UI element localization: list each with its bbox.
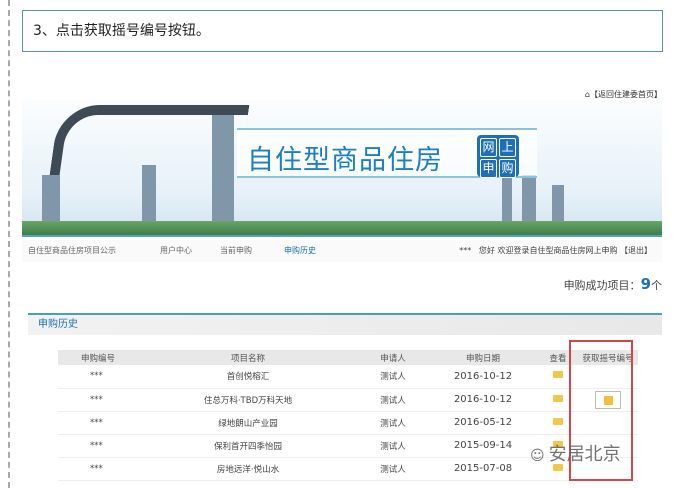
cell-date: 2016-05-12	[428, 411, 538, 435]
cell-project: 首创悦榕汇	[138, 365, 358, 389]
cell-project: 房地远洋·悦山水	[138, 457, 358, 481]
cell-project: 住总万科·TBD万科天地	[138, 388, 358, 412]
nav-item-project-notice[interactable]: 自住型商品住房项目公示	[28, 240, 116, 262]
cell-date: 2016-10-12	[428, 365, 538, 389]
table-row: *** 首创悦榕汇 测试人 2016-10-12	[58, 365, 638, 389]
welcome-text: *** 您好 欢迎登录自住型商品住房网上申购 【退出】	[459, 240, 652, 262]
badge-char: 申	[480, 159, 497, 178]
table-row: *** 绿地朗山产业园 测试人 2016-05-12	[58, 411, 638, 435]
banner: 自住型商品住房 网 上 申 购	[22, 100, 662, 235]
cell-applicant: 测试人	[358, 457, 428, 481]
cell-date: 2016-10-12	[428, 388, 538, 412]
cell-date: 2015-07-08	[428, 457, 538, 481]
banner-title-box: 自住型商品住房 网 上 申 购	[237, 128, 537, 178]
cell-applicant: 测试人	[358, 388, 428, 412]
col-header: 申请人	[358, 350, 428, 365]
cell-id: ***	[58, 434, 138, 458]
wechat-icon: ☺	[530, 448, 545, 464]
badge-char: 网	[480, 138, 497, 157]
cell-applicant: 测试人	[358, 411, 428, 435]
badge-char: 上	[499, 138, 516, 157]
badge-char: 购	[499, 159, 516, 178]
banner-badge: 网 上 申 购	[477, 135, 519, 178]
col-header: 项目名称	[138, 350, 358, 365]
instruction-caption: 3、点击获取摇号编号按钮。	[22, 10, 663, 52]
logout-link[interactable]: 【退出】	[620, 246, 652, 255]
watermark: ☺ 安居北京	[530, 440, 621, 466]
building	[42, 175, 60, 225]
cell-date: 2015-09-14	[428, 434, 538, 458]
building	[552, 185, 564, 225]
cell-id: ***	[58, 388, 138, 412]
cell-applicant: 测试人	[358, 365, 428, 389]
home-link[interactable]: ⌂【返回住建委首页】	[585, 89, 662, 100]
cell-id: ***	[58, 365, 138, 389]
watermark-text: 安居北京	[548, 444, 621, 465]
col-header: 申购日期	[428, 350, 538, 365]
nav-item-history[interactable]: 申购历史	[284, 240, 316, 262]
building	[212, 115, 234, 225]
section-title: 申购历史	[28, 313, 662, 335]
banner-underline	[22, 235, 662, 237]
banner-title: 自住型商品住房	[247, 145, 443, 176]
count-unit: 个	[651, 279, 662, 292]
cell-project: 保利首开四季怡园	[138, 434, 358, 458]
home-link-label[interactable]: 【返回住建委首页】	[590, 90, 662, 99]
table-row: *** 住总万科·TBD万科天地 测试人 2016-10-12	[58, 388, 638, 412]
col-header: 申购编号	[58, 350, 138, 365]
cell-project: 绿地朗山产业园	[138, 411, 358, 435]
cell-id: ***	[58, 457, 138, 481]
nav-item-current[interactable]: 当前申购	[220, 240, 252, 262]
count-value: 9	[640, 275, 651, 293]
success-count: 申购成功项目：9个	[564, 275, 662, 293]
user-name: ***	[459, 246, 472, 255]
building	[522, 175, 536, 225]
count-label: 申购成功项目：	[563, 279, 641, 292]
folder-icon[interactable]	[553, 394, 563, 402]
folder-icon[interactable]	[553, 417, 563, 425]
cell-id: ***	[58, 411, 138, 435]
folder-icon[interactable]	[553, 371, 563, 379]
cell-applicant: 测试人	[358, 434, 428, 458]
building	[142, 165, 156, 225]
welcome-msg: 您好 欢迎登录自住型商品住房网上申购	[478, 246, 618, 255]
grass	[22, 221, 662, 235]
nav-item-user-center[interactable]: 用户中心	[160, 240, 192, 262]
nav-bar: 自住型商品住房项目公示 用户中心 当前申购 申购历史 *** 您好 欢迎登录自住…	[22, 240, 662, 262]
dashed-divider	[8, 0, 10, 488]
